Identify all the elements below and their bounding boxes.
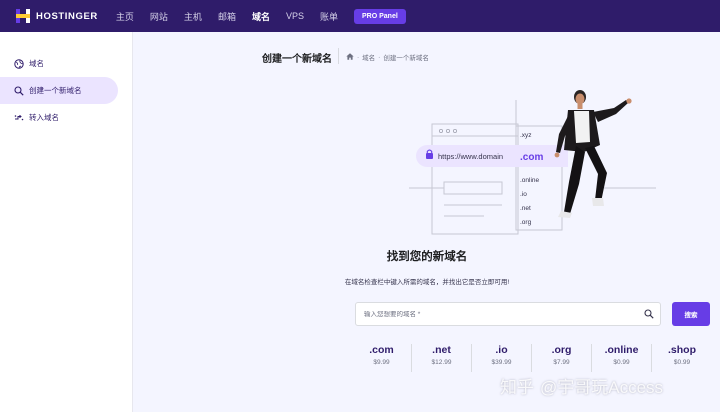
brand-name: HOSTINGER	[36, 10, 98, 22]
sidebar-item-transfer-domain[interactable]: 转入域名	[0, 104, 132, 131]
browser-frame	[431, 123, 519, 235]
nav-item-hosting[interactable]: 主机	[184, 10, 202, 23]
sidebar-item-label: 域名	[29, 59, 44, 68]
nav-item-vps[interactable]: VPS	[286, 11, 304, 21]
nav-item-domains[interactable]: 域名	[252, 10, 270, 23]
tld-list-item: .org	[520, 219, 532, 226]
tld-name: .net	[432, 344, 451, 356]
transfer-icon	[13, 112, 24, 123]
tld-item-online[interactable]: .online $0.99	[592, 344, 652, 372]
tld-list-item: .net	[520, 205, 531, 212]
tld-price: $12.99	[431, 359, 452, 366]
search-icon[interactable]	[638, 309, 660, 319]
tld-list-item: .xyz	[520, 132, 532, 139]
tld-item-org[interactable]: .org $7.99	[532, 344, 592, 372]
tld-list-item: .online	[520, 177, 540, 184]
sidebar-item-new-domain[interactable]: 创建一个新域名	[0, 77, 118, 104]
nav-item-websites[interactable]: 网站	[150, 10, 168, 23]
tld-name: .online	[604, 344, 639, 356]
breadcrumb-current: 创建一个新域名	[383, 55, 429, 62]
watermark-site: 知乎	[500, 378, 534, 397]
hostinger-logo[interactable]: HOSTINGER	[16, 9, 98, 23]
domain-search-input[interactable]	[356, 310, 638, 318]
tld-name: .io	[495, 344, 508, 356]
tld-price-list: .com $9.99 .net $12.99 .io $39.99 .org $…	[352, 344, 712, 372]
sidebar-item-label: 转入域名	[29, 113, 59, 122]
tld-name: .shop	[668, 344, 696, 356]
tld-item-shop[interactable]: .shop $0.99	[652, 344, 712, 372]
main-nav: 主页 网站 主机 邮箱 域名 VPS 账单 PRO Panel	[116, 8, 406, 24]
tld-price: $0.99	[673, 359, 691, 366]
hero-title: 找到您的新域名	[386, 251, 468, 263]
page-title: 创建一个新域名	[262, 54, 332, 65]
watermark-author: @宇哥玩Access	[540, 378, 664, 397]
nav-item-email[interactable]: 邮箱	[218, 10, 236, 23]
tld-item-io[interactable]: .io $39.99	[472, 344, 532, 372]
hero-subtitle: 在域名检查栏中键入所需的域名，并找出它是否立即可用!	[344, 279, 510, 286]
tld-list-item: .io	[520, 191, 527, 198]
tld-price: $7.99	[553, 359, 570, 366]
main-content: 创建一个新域名 · 域名 · 创建一个新域名 https://www.domai…	[134, 32, 720, 412]
tld-price: $9.99	[373, 359, 390, 366]
url-text: https://www.domain	[438, 152, 503, 161]
top-navbar: HOSTINGER 主页 网站 主机 邮箱 域名 VPS 账单 PRO Pane…	[0, 0, 720, 32]
sidebar-item-domains[interactable]: 域名	[0, 50, 132, 77]
tld-name: .org	[551, 344, 572, 356]
home-icon[interactable]	[346, 52, 354, 62]
watermark: 知乎 @宇哥玩Access	[500, 373, 663, 398]
sidebar: 域名 创建一个新域名 转入域名	[0, 32, 133, 412]
globe-icon	[13, 58, 24, 69]
tld-price: $39.99	[491, 359, 512, 366]
search-icon	[13, 85, 24, 96]
breadcrumb-divider	[338, 48, 339, 64]
domain-search-box	[355, 302, 661, 326]
tld-item-net[interactable]: .net $12.99	[412, 344, 472, 372]
sidebar-item-label: 创建一个新域名	[29, 86, 82, 95]
tld-name: .com	[369, 344, 394, 356]
search-button[interactable]: 搜索	[672, 302, 710, 326]
tld-item-com[interactable]: .com $9.99	[352, 344, 412, 372]
domain-illustration: https://www.domain .xyz .com .online .io…	[409, 90, 656, 235]
nav-item-billing[interactable]: 账单	[320, 10, 338, 23]
hostinger-logo-icon	[16, 9, 30, 23]
nav-item-home[interactable]: 主页	[116, 10, 134, 23]
breadcrumb: · 域名 · 创建一个新域名	[346, 52, 432, 62]
pro-panel-button[interactable]: PRO Panel	[354, 8, 406, 24]
tld-price: $0.99	[613, 359, 630, 366]
breadcrumb-link-domains[interactable]: 域名	[362, 52, 375, 62]
tld-list-highlight: .com	[520, 152, 543, 163]
